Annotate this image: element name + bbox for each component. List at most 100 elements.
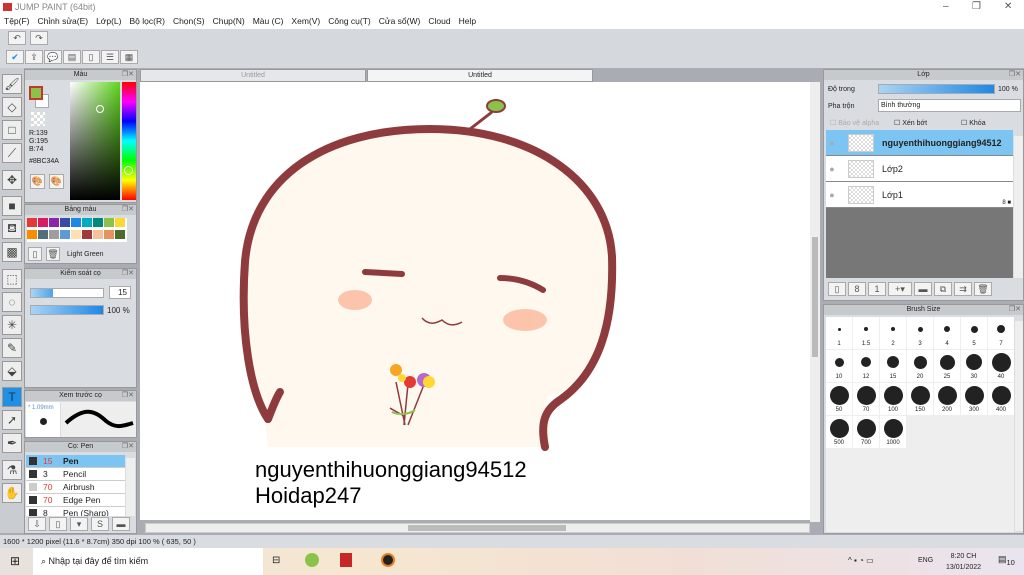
brush-item[interactable]: 70 Edge Pen <box>26 494 125 507</box>
panel-close-icon[interactable]: ❐✕ <box>1009 70 1021 80</box>
transparent-swatch[interactable] <box>31 112 45 126</box>
palette-edit-icon[interactable]: 🎨 <box>49 174 64 189</box>
brush-s-icon[interactable]: S <box>91 517 109 531</box>
tab-untitled-1[interactable]: Untitled <box>140 69 366 82</box>
text-tool-icon[interactable]: T <box>2 387 22 407</box>
menu-item[interactable]: Cửa sổ(W) <box>375 15 425 29</box>
brush-size-option[interactable]: 4 <box>934 317 960 349</box>
brush-size-option[interactable]: 300 <box>961 383 987 415</box>
layer-visibility-icon[interactable]: ● <box>826 138 838 148</box>
edit-grid-button[interactable]: ▦ <box>120 50 138 64</box>
menu-item[interactable]: Cloud <box>424 15 454 29</box>
maximize-button[interactable]: ❐ <box>972 1 981 12</box>
palette-swatch[interactable] <box>93 218 103 227</box>
move-tool-icon[interactable]: ✥ <box>2 170 22 190</box>
layer-visibility-icon[interactable]: ● <box>826 190 838 200</box>
foreground-color-swatch[interactable] <box>29 86 43 100</box>
brush-folder-icon[interactable]: ▬ <box>112 517 130 531</box>
new-1bit-layer-icon[interactable]: 1 <box>868 282 886 296</box>
close-button[interactable]: ✕ <box>1004 1 1012 12</box>
share-button[interactable]: ⇪ <box>25 50 43 64</box>
eyedropper-tool-icon[interactable]: ✒ <box>2 433 22 453</box>
layer-item[interactable]: ● Lớp2 <box>826 156 1013 182</box>
brush-size-scrollbar[interactable] <box>1015 321 1023 531</box>
page-button[interactable]: ▯ <box>82 50 100 64</box>
blend-mode-select[interactable]: Bình thường <box>878 99 1021 112</box>
brush-size-input[interactable]: 15 <box>109 286 131 299</box>
palette-icon[interactable]: 🎨 <box>30 174 45 189</box>
brush-size-option[interactable]: 2 <box>880 317 906 349</box>
taskbar-search-box[interactable]: ⌕ Nhập tại đây để tìm kiếm <box>33 548 263 575</box>
notification-icon[interactable]: ▤10 <box>998 554 1015 567</box>
panel-close-icon[interactable]: ❐✕ <box>122 70 134 80</box>
download-brush-icon[interactable]: ⇩ <box>28 517 46 531</box>
brush-menu-icon[interactable]: ▾ <box>70 517 88 531</box>
protect-alpha-checkbox[interactable]: ☐ Bảo vệ alpha <box>830 119 879 127</box>
tab-untitled-2[interactable]: Untitled <box>367 69 593 82</box>
brush-size-option[interactable]: 30 <box>961 350 987 382</box>
brush-size-option[interactable]: 50 <box>826 383 852 415</box>
layer-visibility-icon[interactable]: ● <box>826 164 838 174</box>
app-icon-1[interactable] <box>305 553 319 567</box>
clip-checkbox[interactable]: ☐ Xén bớt <box>894 119 927 127</box>
palette-swatch[interactable] <box>27 230 37 239</box>
brush-size-option[interactable]: 25 <box>934 350 960 382</box>
palette-swatch[interactable] <box>82 230 92 239</box>
language-indicator[interactable]: ENG <box>918 557 933 564</box>
saturation-value-picker[interactable] <box>70 82 120 200</box>
brush-size-option[interactable]: 1.5 <box>853 317 879 349</box>
app-icon-3[interactable] <box>381 553 395 567</box>
brush-size-option[interactable]: 1 <box>826 317 852 349</box>
brush-size-option[interactable]: 5 <box>961 317 987 349</box>
palette-swatch[interactable] <box>49 230 59 239</box>
panel-close-icon[interactable]: ❐✕ <box>1009 305 1021 315</box>
brush-size-option[interactable]: 150 <box>907 383 933 415</box>
brush-opacity-slider[interactable] <box>30 305 104 315</box>
comment-button[interactable]: 💬 <box>44 50 62 64</box>
jump-paint-taskbar-icon[interactable] <box>340 553 352 567</box>
brush-size-option[interactable]: 500 <box>826 416 852 448</box>
delete-layer-icon[interactable]: 🗑 <box>974 282 992 296</box>
select-cursor-tool-icon[interactable]: ➚ <box>2 410 22 430</box>
palette-swatch[interactable] <box>82 218 92 227</box>
menu-item[interactable]: Xem(V) <box>287 15 324 29</box>
cloud-check-button[interactable]: ✔ <box>6 50 24 64</box>
clock[interactable]: 8:20 CH 13/01/2022 <box>946 551 981 573</box>
menu-item[interactable]: Màu (C) <box>249 15 288 29</box>
brush-item[interactable]: 3 Pencil <box>26 468 125 481</box>
layer-opacity-slider[interactable] <box>878 84 995 94</box>
brush-size-option[interactable]: 20 <box>907 350 933 382</box>
lock-checkbox[interactable]: ☐ Khóa <box>961 119 986 127</box>
brush-size-option[interactable]: 400 <box>988 383 1014 415</box>
palette-swatch[interactable] <box>71 230 81 239</box>
brush-item[interactable]: 8 Pen (Sharp) <box>26 507 125 516</box>
palette-swatch[interactable] <box>38 218 48 227</box>
menu-item[interactable]: Chỉnh sửa(E) <box>34 15 93 29</box>
pipette-tool-icon[interactable]: ⚗ <box>2 460 22 480</box>
palette-swatch[interactable] <box>71 218 81 227</box>
menu-item[interactable]: Chụp(N) <box>209 15 249 29</box>
select-rect-tool-icon[interactable]: ⬚ <box>2 269 22 289</box>
undo-button[interactable]: ↶ <box>8 31 26 45</box>
menu-item[interactable]: Lớp(L) <box>92 15 125 29</box>
new-8bit-layer-icon[interactable]: 8 <box>848 282 866 296</box>
palette-swatch[interactable] <box>38 230 48 239</box>
new-brush-icon[interactable]: ▯ <box>49 517 67 531</box>
select-pen-tool-icon[interactable]: ✎ <box>2 338 22 358</box>
line-tool-icon[interactable]: ⟋ <box>2 143 22 163</box>
canvas-vertical-scrollbar[interactable] <box>810 82 820 522</box>
layer-scrollbar[interactable] <box>1014 136 1023 278</box>
panel-close-icon[interactable]: ❐✕ <box>122 269 134 279</box>
canvas-horizontal-scrollbar[interactable] <box>145 523 810 533</box>
brush-size-option[interactable]: 12 <box>853 350 879 382</box>
tray-icons[interactable]: ^ ▪ ◔ ▭ <box>848 556 874 565</box>
gradient-tool-icon[interactable]: ▩ <box>2 242 22 262</box>
brush-tool-icon[interactable]: 🖌 <box>2 74 22 94</box>
palette-swatch[interactable] <box>27 218 37 227</box>
merge-layer-icon[interactable]: ⇉ <box>954 282 972 296</box>
drawing-canvas[interactable]: nguyenthihuonggiang94512 Hoidap247 <box>140 82 810 520</box>
layer-item[interactable]: ● nguyenthihuonggiang94512 <box>826 130 1013 156</box>
palette-swatch[interactable] <box>93 230 103 239</box>
menu-item[interactable]: Công cụ(T) <box>324 15 375 29</box>
brush-size-option[interactable]: 70 <box>853 383 879 415</box>
